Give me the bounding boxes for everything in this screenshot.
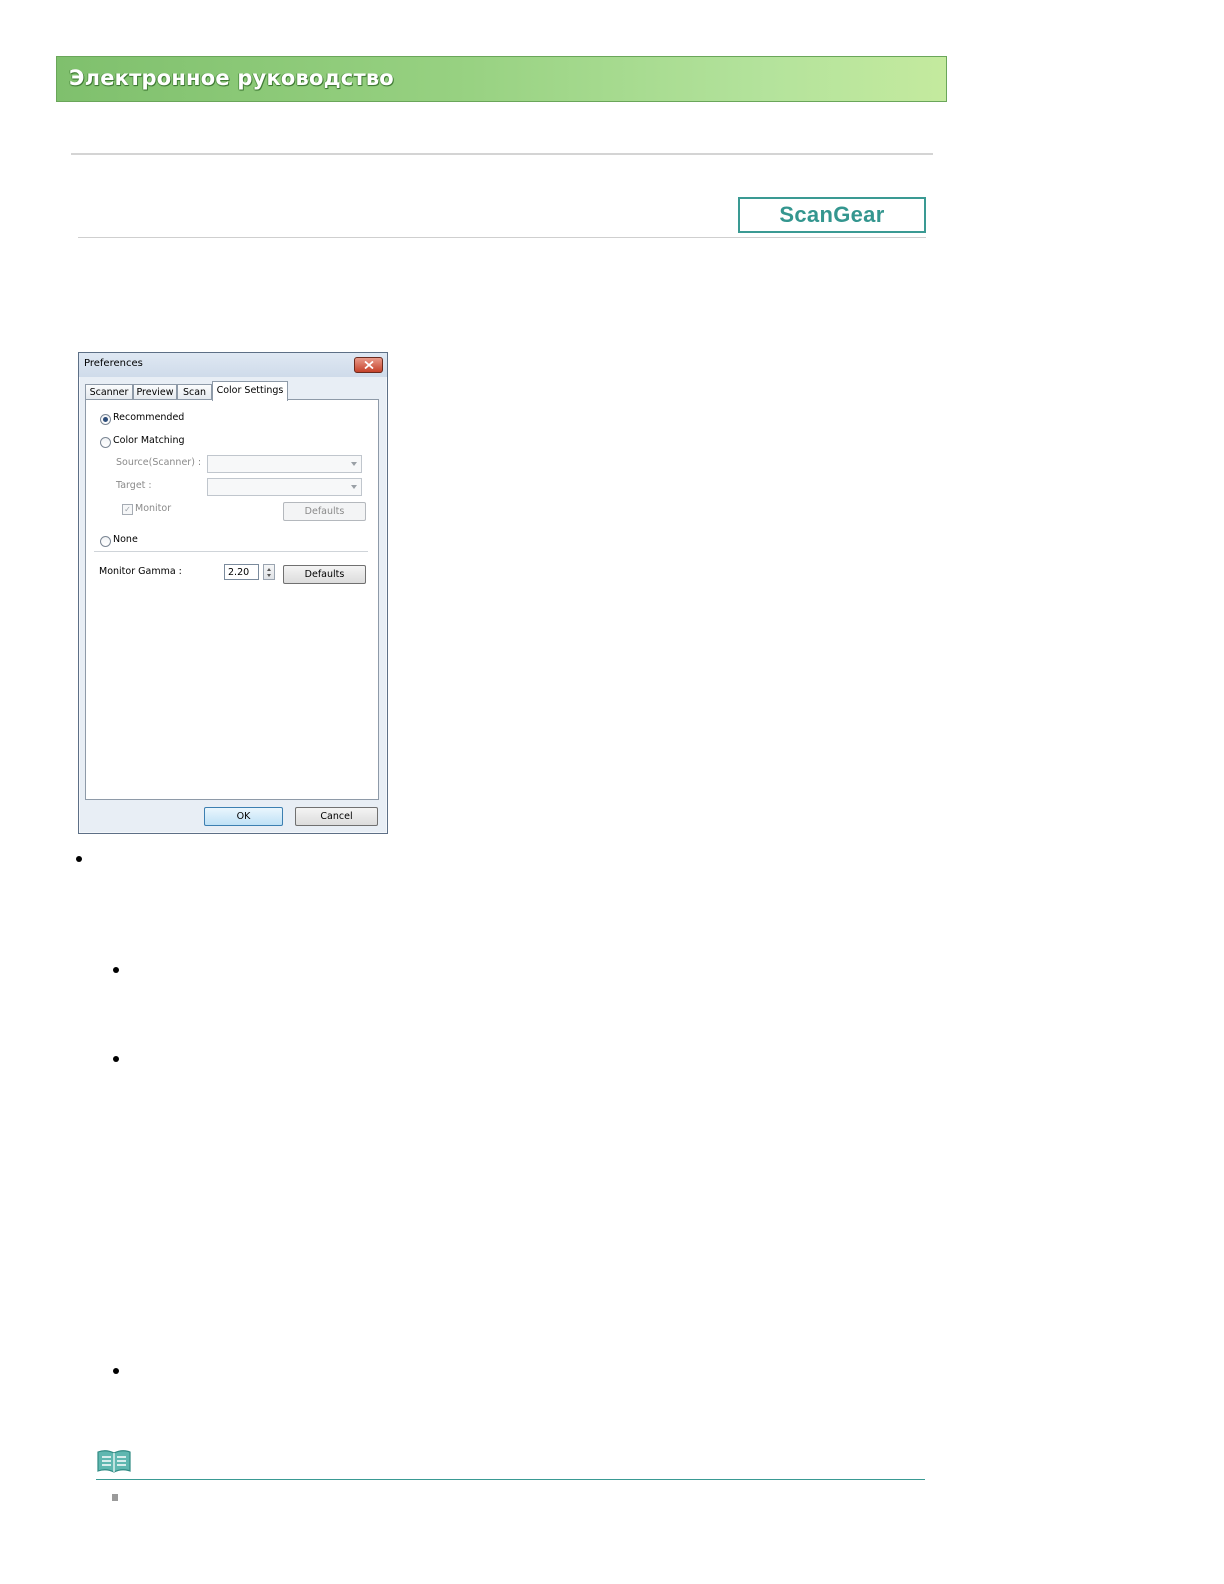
preferences-dialog: Preferences Scanner Preview Scan Color S…	[78, 352, 388, 834]
label-source-scanner: Source(Scanner) :	[116, 457, 202, 468]
panel-separator	[94, 551, 368, 553]
header-banner: Электронное руководство	[56, 56, 947, 102]
ok-button[interactable]: OK	[204, 807, 283, 826]
monitor-checkbox[interactable]: ✓	[122, 504, 133, 515]
bullet-marker	[113, 1368, 119, 1374]
gamma-defaults-button[interactable]: Defaults	[283, 565, 366, 584]
label-color-matching: Color Matching	[113, 435, 185, 446]
note-bullet	[112, 1494, 118, 1501]
tab-color-settings[interactable]: Color Settings	[212, 381, 288, 401]
banner-title: Электронное руководство	[69, 66, 394, 90]
book-note-icon	[97, 1450, 131, 1473]
close-button[interactable]	[354, 357, 383, 373]
tab-strip: Scanner Preview Scan Color Settings	[85, 381, 381, 401]
label-none: None	[113, 534, 138, 545]
target-select[interactable]	[207, 478, 362, 496]
scangear-badge: ScanGear	[738, 197, 926, 233]
note-divider	[96, 1479, 925, 1480]
label-recommended: Recommended	[113, 412, 185, 423]
divider-top	[71, 153, 933, 155]
label-target: Target :	[116, 480, 152, 491]
spin-down-icon	[267, 574, 271, 577]
tab-scan[interactable]: Scan	[177, 384, 212, 400]
cancel-button[interactable]: Cancel	[295, 807, 378, 826]
chevron-down-icon	[351, 462, 357, 466]
bullet-marker	[113, 967, 119, 973]
dialog-titlebar: Preferences	[79, 353, 387, 377]
chevron-down-icon	[351, 485, 357, 489]
spin-up-icon	[267, 568, 271, 571]
bullet-marker	[76, 856, 82, 862]
color-matching-defaults-button[interactable]: Defaults	[283, 502, 366, 521]
radio-none[interactable]	[100, 536, 111, 547]
color-settings-panel: Recommended Color Matching Source(Scanne…	[85, 399, 379, 800]
label-monitor-gamma: Monitor Gamma :	[99, 566, 182, 577]
label-monitor: Monitor	[135, 503, 172, 514]
tab-preview[interactable]: Preview	[133, 384, 177, 400]
monitor-gamma-input[interactable]: 2.20	[224, 564, 259, 580]
gamma-spinner[interactable]	[263, 564, 275, 580]
radio-color-matching[interactable]	[100, 437, 111, 448]
source-scanner-select[interactable]	[207, 455, 362, 473]
scangear-label: ScanGear	[779, 202, 885, 227]
divider-section	[78, 237, 926, 238]
radio-recommended[interactable]	[100, 414, 111, 425]
dialog-title: Preferences	[84, 358, 143, 369]
tab-scanner[interactable]: Scanner	[85, 384, 133, 400]
close-icon	[363, 361, 374, 369]
bullet-marker	[113, 1056, 119, 1062]
